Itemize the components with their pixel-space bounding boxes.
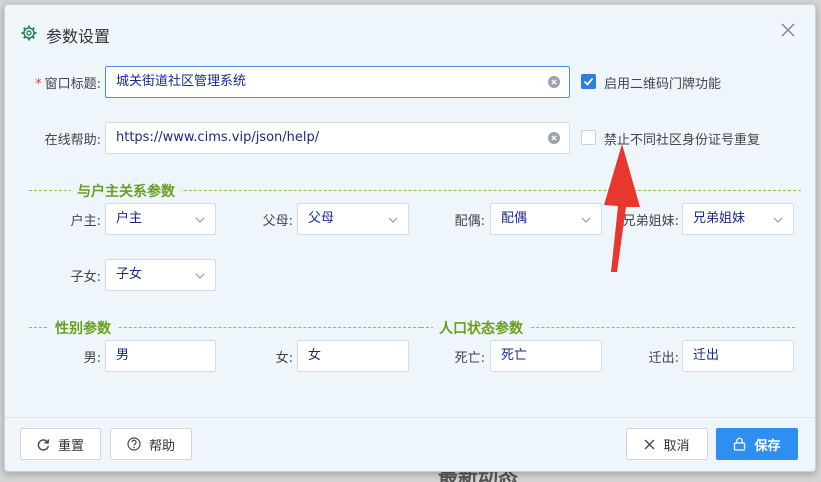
parents-value: 父母 — [308, 211, 335, 226]
chevron-down-icon — [773, 217, 783, 223]
gear-icon — [21, 25, 37, 41]
male-label: 男: — [83, 351, 101, 366]
relation-section-title: 与户主关系参数 — [71, 181, 181, 201]
help-label: 帮助 — [148, 438, 175, 454]
help-url-value: https://www.cims.vip/json/help/ — [116, 130, 320, 145]
qrcode-checkbox[interactable] — [581, 74, 596, 89]
moved-out-input[interactable]: 迁出 — [682, 340, 794, 372]
siblings-label: 兄弟姐妹: — [622, 214, 679, 229]
chevron-down-icon — [195, 217, 205, 223]
window-title-value: 城关街道社区管理系统 — [116, 74, 247, 89]
clear-icon[interactable] — [548, 132, 560, 144]
female-label: 女: — [275, 351, 293, 366]
settings-dialog: 参数设置 * 窗口标题: 城关街道社区管理系统 启用二维码门牌功能 在线帮助: h… — [4, 4, 816, 472]
dialog-header: 参数设置 — [5, 5, 815, 61]
save-button[interactable]: 保存 — [716, 428, 798, 460]
window-title-label-text: 窗口标题: — [44, 77, 101, 92]
relation-section-header: 与户主关系参数 — [29, 181, 801, 201]
siblings-select[interactable]: 兄弟姐妹 — [682, 203, 794, 235]
householder-label: 户主: — [70, 214, 101, 229]
female-input[interactable]: 女 — [297, 340, 409, 372]
gender-section-title: 性别参数 — [49, 318, 117, 338]
deceased-value: 死亡 — [501, 348, 528, 363]
save-label: 保存 — [754, 438, 781, 454]
help-url-input[interactable]: https://www.cims.vip/json/help/ — [105, 122, 570, 154]
siblings-value: 兄弟姐妹 — [693, 211, 746, 226]
help-button[interactable]: 帮助 — [110, 428, 192, 460]
close-icon — [645, 439, 655, 449]
gender-section-header: 性别参数 — [29, 318, 421, 338]
chevron-down-icon — [388, 217, 398, 223]
parents-label: 父母: — [262, 214, 293, 229]
status-section-header: 人口状态参数 — [421, 318, 795, 338]
lock-icon — [734, 437, 746, 451]
moved-out-label: 迁出: — [648, 351, 679, 366]
id-duplicate-checkbox[interactable] — [581, 130, 596, 145]
female-value: 女 — [308, 348, 322, 363]
male-input[interactable]: 男 — [105, 340, 216, 372]
close-icon[interactable] — [779, 21, 797, 39]
cancel-button[interactable]: 取消 — [626, 428, 708, 460]
deceased-input[interactable]: 死亡 — [490, 340, 602, 372]
help-icon — [127, 437, 141, 451]
householder-value: 户主 — [116, 211, 143, 226]
moved-out-value: 迁出 — [693, 348, 720, 363]
refresh-icon — [37, 438, 50, 451]
householder-select[interactable]: 户主 — [105, 203, 216, 235]
window-title-input[interactable]: 城关街道社区管理系统 — [105, 66, 570, 98]
dialog-footer: 重置 帮助 取消 保存 — [5, 417, 815, 473]
spouse-select[interactable]: 配偶 — [490, 203, 602, 235]
spouse-value: 配偶 — [501, 211, 528, 226]
deceased-label: 死亡: — [454, 351, 485, 366]
children-select[interactable]: 子女 — [105, 259, 216, 291]
reset-label: 重置 — [57, 438, 84, 454]
window-title-label: * 窗口标题: — [23, 73, 101, 92]
clear-icon[interactable] — [548, 76, 560, 88]
help-url-label: 在线帮助: — [44, 133, 101, 148]
reset-button[interactable]: 重置 — [20, 428, 101, 460]
status-section-title: 人口状态参数 — [433, 318, 529, 338]
children-value: 子女 — [116, 267, 143, 282]
children-label: 子女: — [70, 270, 101, 285]
spouse-label: 配偶: — [454, 214, 485, 229]
chevron-down-icon — [195, 273, 205, 279]
id-duplicate-label: 禁止不同社区身份证号重复 — [604, 133, 761, 148]
male-value: 男 — [116, 348, 130, 363]
check-icon — [583, 77, 594, 86]
required-mark: * — [35, 77, 42, 92]
qrcode-label: 启用二维码门牌功能 — [604, 77, 722, 92]
parents-select[interactable]: 父母 — [297, 203, 409, 235]
chevron-down-icon — [581, 217, 591, 223]
dialog-title: 参数设置 — [46, 27, 111, 46]
cancel-label: 取消 — [663, 438, 690, 454]
